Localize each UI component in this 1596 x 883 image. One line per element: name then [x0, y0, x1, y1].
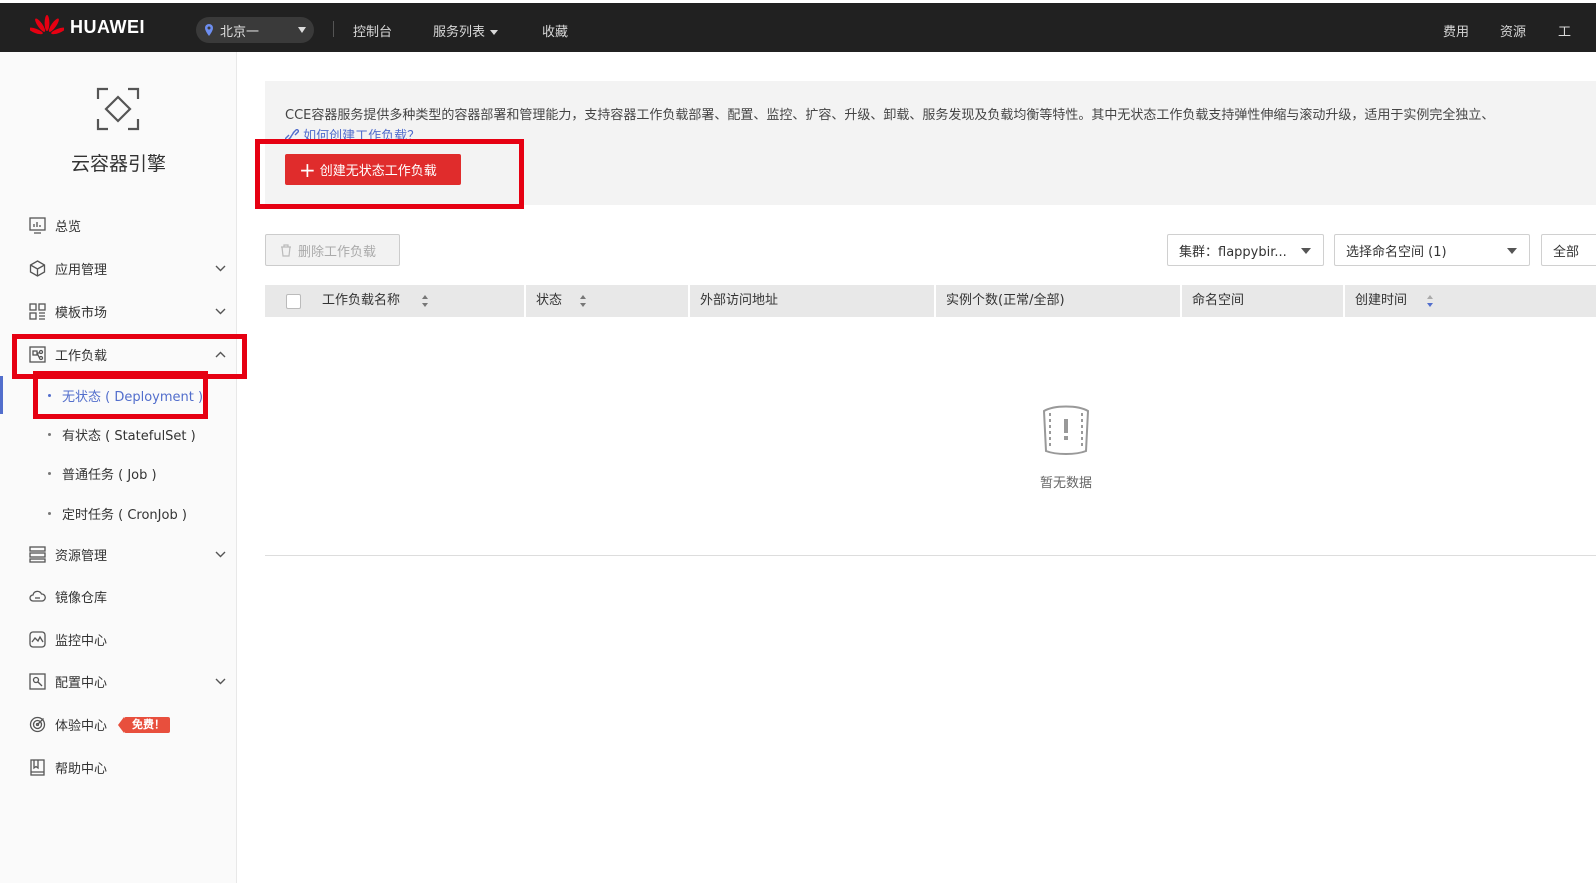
- chevron-down-icon: [1507, 248, 1517, 254]
- server-icon: [29, 545, 46, 563]
- service-list-label: 服务列表: [433, 25, 486, 40]
- dashboard-icon: [29, 216, 46, 234]
- sidebar-item-label: 资源管理: [55, 548, 108, 564]
- bullet: [48, 471, 51, 475]
- target-icon: [29, 716, 46, 732]
- chevron-down-icon: [298, 27, 306, 33]
- sidebar-item-label: 镜像仓库: [55, 590, 108, 606]
- location-pin-icon: [205, 24, 213, 36]
- free-badge: 免费！: [118, 717, 170, 733]
- column-divider: [1180, 285, 1182, 317]
- bullet: [48, 511, 51, 515]
- sidebar-item-app-management[interactable]: 应用管理: [0, 250, 236, 286]
- console-link[interactable]: 控制台: [353, 21, 392, 40]
- cube-icon: [29, 259, 46, 277]
- chevron-down-icon: [215, 265, 226, 271]
- column-header-status[interactable]: 状态: [536, 285, 562, 317]
- more-link[interactable]: 工: [1558, 21, 1571, 40]
- sidebar-item-monitoring[interactable]: 监控中心: [0, 621, 236, 657]
- column-divider: [688, 285, 690, 317]
- filter-select[interactable]: 全部: [1541, 234, 1596, 266]
- sidebar-item-label: 总览: [55, 219, 82, 235]
- namespace-select-value: 选择命名空间 (1): [1346, 244, 1447, 260]
- sidebar-item-overview[interactable]: 总览: [0, 207, 236, 243]
- chevron-down-icon: [215, 308, 226, 314]
- delete-button-label: 删除工作负载: [298, 244, 377, 260]
- column-header-created-time[interactable]: 创建时间: [1355, 285, 1407, 317]
- column-header-external-address: 外部访问地址: [700, 293, 779, 308]
- huawei-logo[interactable]: HUAWEI: [30, 15, 145, 39]
- service-list-menu[interactable]: 服务列表: [433, 21, 499, 40]
- sidebar-item-image-registry[interactable]: 镜像仓库: [0, 578, 236, 614]
- sidebar-item-help-center[interactable]: 帮助中心: [0, 749, 236, 785]
- chevron-down-icon: [1301, 248, 1311, 254]
- sort-icon[interactable]: [421, 294, 429, 308]
- bullet: [48, 432, 51, 436]
- column-header-instances: 实例个数(正常/全部): [946, 293, 1065, 308]
- column-divider: [524, 285, 526, 317]
- sidebar-item-label: 模板市场: [55, 305, 108, 321]
- brand-name: HUAWEI: [70, 16, 145, 37]
- table-bottom-divider: [265, 555, 1596, 556]
- column-divider: [934, 285, 936, 317]
- highlight-box-create: [255, 139, 524, 209]
- column-header-namespace: 命名空间: [1192, 293, 1245, 308]
- sidebar-item-config-center[interactable]: 配置中心: [0, 663, 236, 699]
- sidebar-item-label: 应用管理: [55, 262, 108, 278]
- top-navigation-bar: HUAWEI 北京一 控制台 服务列表 收藏 费用 资源 工: [0, 3, 1596, 52]
- select-all-checkbox[interactable]: [286, 294, 301, 309]
- trash-icon: [281, 243, 291, 257]
- chevron-down-icon: [490, 30, 499, 35]
- region-selector[interactable]: 北京一: [196, 17, 314, 43]
- cce-product-icon: [96, 87, 140, 131]
- column-header-name[interactable]: 工作负载名称: [322, 285, 400, 317]
- sidebar-item-template-market[interactable]: 模板市场: [0, 293, 236, 329]
- empty-data-text: 暂无数据: [1039, 476, 1092, 491]
- sidebar-subitem-label: 有状态 ( StatefulSet ): [62, 428, 196, 444]
- cluster-select-value: 集群：flappybir...: [1179, 244, 1287, 260]
- sidebar-subitem-statefulset[interactable]: 有状态 ( StatefulSet ): [0, 416, 236, 452]
- sidebar-subitem-label: 定时任务 ( CronJob ): [62, 507, 187, 523]
- sidebar-item-label: 监控中心: [55, 633, 108, 649]
- product-name: 云容器引擎: [70, 153, 166, 175]
- empty-data-icon: [1042, 405, 1090, 455]
- column-divider: [1343, 285, 1345, 317]
- chevron-down-icon: [215, 551, 226, 557]
- sort-icon[interactable]: [579, 294, 587, 308]
- cloud-icon: [29, 590, 46, 602]
- sidebar-item-resource-management[interactable]: 资源管理: [0, 536, 236, 572]
- config-icon: [29, 672, 46, 690]
- monitor-icon: [29, 630, 46, 648]
- divider: [333, 21, 334, 37]
- delete-workload-button[interactable]: 删除工作负载: [265, 234, 400, 266]
- sidebar-item-label: 帮助中心: [55, 761, 108, 777]
- sidebar-item-label: 配置中心: [55, 675, 108, 691]
- favorites-link[interactable]: 收藏: [542, 21, 568, 40]
- chevron-down-icon: [215, 678, 226, 684]
- sort-icon[interactable]: [1426, 294, 1434, 308]
- billing-link[interactable]: 费用: [1443, 21, 1469, 40]
- sidebar-subitem-label: 普通任务 ( Job ): [62, 467, 157, 483]
- grid-icon: [29, 302, 46, 320]
- sidebar-subitem-job[interactable]: 普通任务 ( Job ): [0, 455, 236, 491]
- huawei-petal-icon: [30, 15, 64, 35]
- region-label: 北京一: [220, 24, 260, 40]
- filter-select-value: 全部: [1553, 244, 1580, 260]
- cluster-select[interactable]: 集群：flappybir...: [1167, 234, 1324, 266]
- namespace-select[interactable]: 选择命名空间 (1): [1334, 234, 1530, 266]
- book-icon: [30, 758, 45, 776]
- highlight-box-deployment: [33, 371, 208, 419]
- sidebar-subitem-cronjob[interactable]: 定时任务 ( CronJob ): [0, 495, 236, 531]
- resources-link[interactable]: 资源: [1500, 21, 1526, 40]
- service-description: CCE容器服务提供多种类型的容器部署和管理能力，支持容器工作负载部署、配置、监控…: [285, 108, 1495, 123]
- sidebar-item-label: 体验中心: [55, 718, 108, 734]
